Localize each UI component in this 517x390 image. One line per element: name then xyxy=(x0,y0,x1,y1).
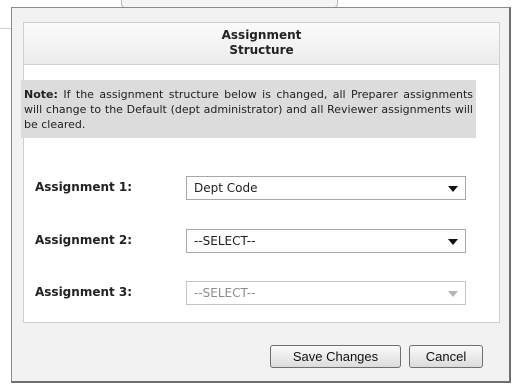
chevron-down-icon xyxy=(448,291,458,297)
assignment-3-value: --SELECT-- xyxy=(194,286,256,300)
assignment-structure-panel: Assignment Structure xyxy=(23,22,500,323)
assignment-3-label: Assignment 3: xyxy=(35,285,133,299)
assignment-2-value: --SELECT-- xyxy=(194,234,256,248)
note-box: Note: If the assignment structure below … xyxy=(21,80,476,138)
note-label: Note: xyxy=(24,88,58,101)
assignment-1-select[interactable]: Dept Code xyxy=(186,176,466,200)
assignment-2-label: Assignment 2: xyxy=(35,233,133,247)
panel-title-line2: Structure xyxy=(229,43,294,57)
chevron-down-icon xyxy=(448,239,458,245)
panel-title-line1: Assignment xyxy=(221,28,302,42)
cancel-button[interactable]: Cancel xyxy=(409,345,483,368)
assignment-1-value: Dept Code xyxy=(194,181,258,195)
assignment-row-3: Assignment 3: --SELECT-- xyxy=(12,281,489,305)
save-changes-button[interactable]: Save Changes xyxy=(270,345,401,368)
chevron-down-icon xyxy=(448,186,458,192)
note-text: If the assignment structure below is cha… xyxy=(24,88,473,131)
assignment-3-select: --SELECT-- xyxy=(186,281,466,305)
assignment-row-2: Assignment 2: --SELECT-- xyxy=(12,229,489,253)
panel-header: Assignment Structure xyxy=(24,23,499,65)
assignment-1-label: Assignment 1: xyxy=(35,180,133,194)
assignment-row-1: Assignment 1: Dept Code xyxy=(12,176,489,200)
assignment-structure-dialog: Assignment Structure Note: If the assign… xyxy=(11,7,511,383)
assignment-2-select[interactable]: --SELECT-- xyxy=(186,229,466,253)
